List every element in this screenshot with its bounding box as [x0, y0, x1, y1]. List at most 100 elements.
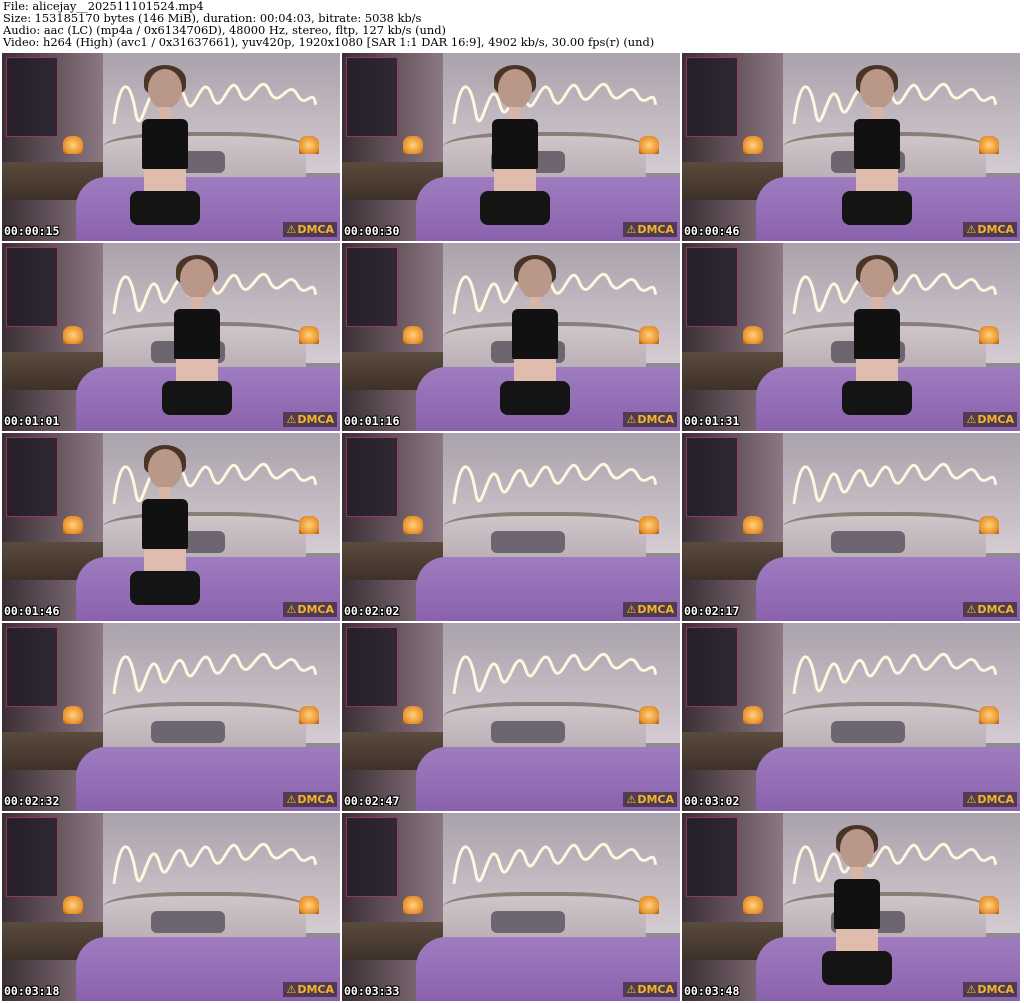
black-top: [834, 879, 880, 929]
stream-overlay-panel: [6, 247, 58, 327]
lamp-icon: [742, 325, 763, 344]
timestamp-label: 00:00:15: [4, 224, 60, 238]
black-top: [142, 499, 188, 549]
lamp-icon: [742, 515, 763, 534]
timestamp-label: 00:03:18: [4, 984, 60, 998]
dmca-label: DMCA: [297, 983, 334, 996]
dmca-label: DMCA: [977, 603, 1014, 616]
video-thumbnail: ⚠DMCA 00:01:31: [682, 243, 1020, 431]
warning-icon: ⚠: [286, 223, 297, 236]
video-thumbnail: ⚠DMCA 00:00:15: [2, 53, 340, 241]
stream-overlay-panel: [686, 247, 738, 327]
head: [860, 69, 894, 109]
warning-icon: ⚠: [966, 603, 977, 616]
video-thumbnail: ⚠DMCA 00:02:47: [342, 623, 680, 811]
dmca-watermark: ⚠DMCA: [963, 982, 1017, 997]
waist: [836, 929, 878, 953]
warning-icon: ⚠: [966, 223, 977, 236]
head: [840, 829, 874, 869]
video-thumbnail: ⚠DMCA 00:03:02: [682, 623, 1020, 811]
timestamp-label: 00:02:17: [684, 604, 740, 618]
dmca-watermark: ⚠DMCA: [623, 982, 677, 997]
dmca-watermark: ⚠DMCA: [283, 982, 337, 997]
dmca-watermark: ⚠DMCA: [283, 602, 337, 617]
dmca-watermark: ⚠DMCA: [623, 602, 677, 617]
lamp-icon: [62, 135, 83, 154]
timestamp-label: 00:02:32: [4, 794, 60, 808]
pillow: [150, 910, 226, 934]
head: [148, 69, 182, 109]
neck: [851, 867, 863, 879]
neon-light-icon: [452, 842, 658, 885]
lamp-icon: [402, 135, 423, 154]
dmca-label: DMCA: [297, 793, 334, 806]
waist: [856, 169, 898, 193]
warning-icon: ⚠: [966, 793, 977, 806]
timestamp-label: 00:01:46: [4, 604, 60, 618]
person-figure: [152, 255, 242, 431]
black-shorts: [842, 191, 912, 225]
person-figure: [470, 65, 560, 241]
waist: [494, 169, 536, 193]
black-shorts: [130, 191, 200, 225]
lamp-icon: [979, 325, 1000, 344]
lamp-icon: [639, 895, 660, 914]
pillow: [830, 530, 906, 554]
dmca-label: DMCA: [977, 223, 1014, 236]
neck: [191, 297, 203, 309]
neon-light-icon: [452, 462, 658, 505]
lamp-icon: [979, 515, 1000, 534]
video-thumbnail: ⚠DMCA 00:01:16: [342, 243, 680, 431]
video-info-line: Video: h264 (High) (avc1 / 0x31637661), …: [3, 35, 655, 49]
dmca-label: DMCA: [977, 793, 1014, 806]
dmca-watermark: ⚠DMCA: [623, 412, 677, 427]
person-figure: [120, 65, 210, 241]
warning-icon: ⚠: [966, 413, 977, 426]
person-figure: [490, 255, 580, 431]
timestamp-label: 00:03:33: [344, 984, 400, 998]
video-thumbnail: ⚠DMCA 00:02:32: [2, 623, 340, 811]
warning-icon: ⚠: [286, 793, 297, 806]
warning-icon: ⚠: [626, 603, 637, 616]
timestamp-label: 00:02:47: [344, 794, 400, 808]
person-figure: [832, 255, 922, 431]
dmca-label: DMCA: [297, 413, 334, 426]
video-thumbnail: ⚠DMCA 00:03:33: [342, 813, 680, 1001]
video-thumbnail: ⚠DMCA 00:02:02: [342, 433, 680, 621]
black-shorts: [130, 571, 200, 605]
lamp-icon: [402, 325, 423, 344]
timestamp-label: 00:03:02: [684, 794, 740, 808]
black-shorts: [162, 381, 232, 415]
person-figure: [812, 825, 902, 1001]
lamp-icon: [62, 895, 83, 914]
dmca-label: DMCA: [977, 983, 1014, 996]
lamp-icon: [402, 515, 423, 534]
stream-overlay-panel: [686, 57, 738, 137]
lamp-icon: [402, 705, 423, 724]
waist: [144, 549, 186, 573]
stream-overlay-panel: [686, 817, 738, 897]
neon-light-icon: [452, 652, 658, 695]
video-thumbnail: ⚠DMCA 00:00:46: [682, 53, 1020, 241]
pillow: [830, 720, 906, 744]
dmca-label: DMCA: [637, 793, 674, 806]
dmca-watermark: ⚠DMCA: [963, 602, 1017, 617]
head: [148, 449, 182, 489]
timestamp-label: 00:01:01: [4, 414, 60, 428]
lamp-icon: [742, 135, 763, 154]
timestamp-label: 00:00:46: [684, 224, 740, 238]
lamp-icon: [299, 705, 320, 724]
waist: [856, 359, 898, 383]
dmca-label: DMCA: [637, 413, 674, 426]
timestamp-label: 00:02:02: [344, 604, 400, 618]
file-info-header: File: alicejay__202511101524.mp4 Size: 1…: [3, 0, 1021, 52]
warning-icon: ⚠: [626, 223, 637, 236]
black-shorts: [842, 381, 912, 415]
black-top: [174, 309, 220, 359]
lamp-icon: [639, 325, 660, 344]
thumbnail-grid: ⚠DMCA 00:00:15 ⚠DMCA 00:00:30 ⚠DMCA 00:00:46 ⚠…: [2, 53, 1022, 1001]
video-thumbnail: ⚠DMCA 00:03:48: [682, 813, 1020, 1001]
stream-overlay-panel: [346, 57, 398, 137]
dmca-watermark: ⚠DMCA: [283, 222, 337, 237]
dmca-label: DMCA: [297, 223, 334, 236]
